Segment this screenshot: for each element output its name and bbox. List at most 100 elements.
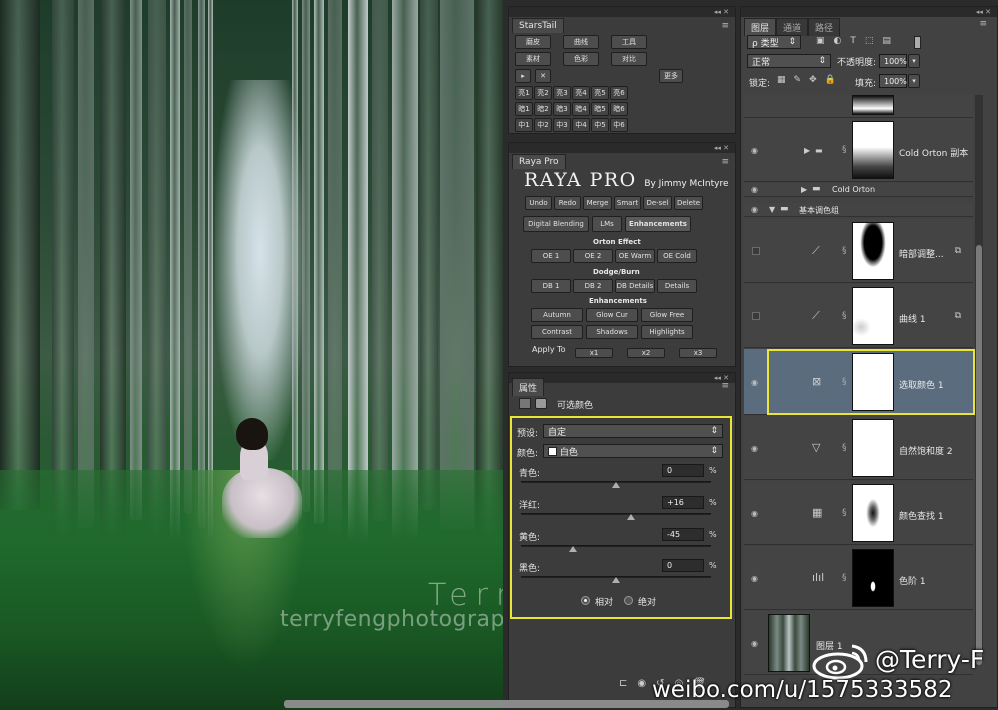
- layer-row-color-lookup[interactable]: ◉ ▦ § 颜色查找 1: [744, 481, 973, 545]
- visibility-eye-icon[interactable]: ◉: [751, 146, 758, 155]
- visibility-eye-icon[interactable]: ◉: [751, 639, 758, 648]
- filter-kind-select[interactable]: ρ 类型 ⇕: [747, 35, 801, 49]
- layer-row-partial[interactable]: [744, 95, 973, 118]
- magenta-input[interactable]: +16: [662, 496, 704, 509]
- starstail-small-btn[interactable]: 暗3: [553, 102, 571, 116]
- starstail-small-btn[interactable]: 中2: [534, 118, 552, 132]
- contrast-button[interactable]: Contrast: [531, 325, 583, 339]
- link-chain-icon[interactable]: §: [842, 311, 847, 321]
- oe1-button[interactable]: OE 1: [531, 249, 571, 263]
- filter-toggle[interactable]: [914, 36, 921, 49]
- visibility-toggle[interactable]: [752, 247, 760, 255]
- starstail-close-button[interactable]: ✕: [535, 69, 551, 83]
- starstail-btn[interactable]: 磨皮: [515, 35, 551, 49]
- expand-arrow-icon[interactable]: ▶: [804, 146, 810, 155]
- starstail-btn[interactable]: 色彩: [563, 52, 599, 66]
- link-chain-icon[interactable]: §: [842, 508, 847, 518]
- panel-menu-icon[interactable]: ≡: [721, 157, 729, 167]
- adjustment-filter-icon[interactable]: ◐: [834, 36, 842, 46]
- starstail-small-btn[interactable]: 亮4: [572, 86, 590, 100]
- starstail-small-btn[interactable]: 亮6: [610, 86, 628, 100]
- magenta-slider-thumb[interactable]: [627, 514, 636, 520]
- absolute-radio[interactable]: [624, 596, 633, 605]
- visibility-eye-icon[interactable]: ◉: [751, 574, 758, 583]
- panel-menu-icon[interactable]: ≡: [721, 381, 729, 391]
- black-input[interactable]: 0: [662, 559, 704, 572]
- starstail-small-btn[interactable]: 中3: [553, 118, 571, 132]
- tab-digital-blending[interactable]: Digital Blending: [523, 216, 589, 232]
- starstail-small-btn[interactable]: 亮1: [515, 86, 533, 100]
- blend-mode-select[interactable]: 正常 ⇕: [747, 54, 831, 68]
- starstail-btn[interactable]: 工具: [611, 35, 647, 49]
- preset-select[interactable]: 自定 ⇕: [543, 424, 723, 438]
- layer-row-vibrance-2[interactable]: ◉ ▽ § 自然饱和度 2: [744, 416, 973, 480]
- opacity-input[interactable]: 100%: [879, 54, 907, 68]
- panel-menu-icon[interactable]: ≡: [721, 21, 729, 31]
- starstail-small-btn[interactable]: 中5: [591, 118, 609, 132]
- starstail-small-btn[interactable]: 暗4: [572, 102, 590, 116]
- tab-layers[interactable]: 图层: [744, 18, 777, 36]
- folder-name[interactable]: 基本调色组: [799, 205, 839, 216]
- link-chain-icon[interactable]: §: [842, 145, 847, 155]
- properties-tab[interactable]: 属性: [512, 378, 545, 396]
- starstail-btn[interactable]: 曲线: [563, 35, 599, 49]
- undo-button[interactable]: Undo: [525, 196, 552, 210]
- starstail-btn[interactable]: 素材: [515, 52, 551, 66]
- link-chain-icon[interactable]: §: [842, 443, 847, 453]
- panel-menu-icon[interactable]: ≡: [979, 19, 987, 29]
- layer-name[interactable]: 颜色查找 1: [899, 509, 944, 522]
- link-chain-icon[interactable]: §: [842, 246, 847, 256]
- starstail-small-btn[interactable]: 亮5: [591, 86, 609, 100]
- smart-filter-icon[interactable]: ▤: [882, 36, 891, 46]
- collapse-arrow-icon[interactable]: ▼: [769, 205, 775, 214]
- opacity-dropdown[interactable]: ▾: [908, 54, 920, 68]
- visibility-eye-icon[interactable]: ◉: [751, 185, 758, 194]
- db2-button[interactable]: DB 2: [573, 279, 613, 293]
- starstail-small-btn[interactable]: 亮3: [553, 86, 571, 100]
- clip-icon[interactable]: ⊏: [619, 678, 627, 689]
- starstail-small-btn[interactable]: 暗5: [591, 102, 609, 116]
- apply-x3-button[interactable]: x3: [679, 348, 717, 358]
- merge-button[interactable]: Merge: [583, 196, 612, 210]
- smart-button[interactable]: Smart: [614, 196, 641, 210]
- glow-free-button[interactable]: Glow Free: [641, 308, 693, 322]
- layer-name[interactable]: Cold Orton 副本: [899, 146, 968, 159]
- starstail-small-btn[interactable]: 中6: [610, 118, 628, 132]
- panel-collapse-bar[interactable]: ◂◂ ✕: [741, 7, 997, 17]
- visibility-eye-icon[interactable]: ◉: [751, 444, 758, 453]
- layer-name[interactable]: 自然饱和度 2: [899, 444, 953, 457]
- fill-input[interactable]: 100%: [879, 74, 907, 88]
- details-button[interactable]: Details: [657, 279, 697, 293]
- cyan-slider-thumb[interactable]: [612, 482, 620, 488]
- color-select[interactable]: 白色 ⇕: [543, 444, 723, 458]
- layer-row-levels-1[interactable]: ◉ ılıl § 色阶 1: [744, 546, 973, 610]
- mask-icon[interactable]: [535, 398, 547, 409]
- starstail-small-btn[interactable]: 暗6: [610, 102, 628, 116]
- starstail-small-btn[interactable]: 暗1: [515, 102, 533, 116]
- lock-all-icon[interactable]: 🔒: [825, 75, 836, 85]
- layer-name[interactable]: 暗部调整...: [899, 247, 944, 260]
- visibility-eye-icon[interactable]: ◉: [751, 205, 758, 214]
- starstail-more-button[interactable]: 更多: [659, 69, 683, 83]
- starstail-small-btn[interactable]: 暗2: [534, 102, 552, 116]
- folder-basic-grading[interactable]: ◉ ▼ ▬ 基本调色组: [744, 203, 973, 217]
- view-icon[interactable]: ◉: [637, 678, 646, 689]
- yellow-slider-track[interactable]: [521, 545, 711, 547]
- starstail-tab[interactable]: StarsTail: [512, 18, 564, 33]
- pixel-filter-icon[interactable]: ▣: [816, 36, 825, 46]
- expand-arrow-icon[interactable]: ▶: [801, 185, 807, 194]
- apply-x1-button[interactable]: x1: [575, 348, 613, 358]
- shape-filter-icon[interactable]: ⬚: [865, 36, 874, 46]
- yellow-input[interactable]: -45: [662, 528, 704, 541]
- layer-row-shadow-adjust[interactable]: ⟋ § 暗部调整... ⧉: [744, 219, 973, 283]
- panel-collapse-bar[interactable]: ◂◂ ✕: [509, 7, 735, 17]
- cyan-input[interactable]: 0: [662, 464, 704, 477]
- delete-button[interactable]: Delete: [674, 196, 703, 210]
- lock-pixels-icon[interactable]: ✎: [794, 75, 802, 85]
- starstail-btn[interactable]: 对比: [611, 52, 647, 66]
- folder-cold-orton[interactable]: ◉ ▶ ▬ Cold Orton: [744, 183, 973, 197]
- photo-canvas[interactable]: Terry F terryfengphotography.lofter.com: [0, 0, 503, 710]
- magenta-slider-track[interactable]: [521, 513, 711, 515]
- apply-x2-button[interactable]: x2: [627, 348, 665, 358]
- relative-radio[interactable]: [581, 596, 590, 605]
